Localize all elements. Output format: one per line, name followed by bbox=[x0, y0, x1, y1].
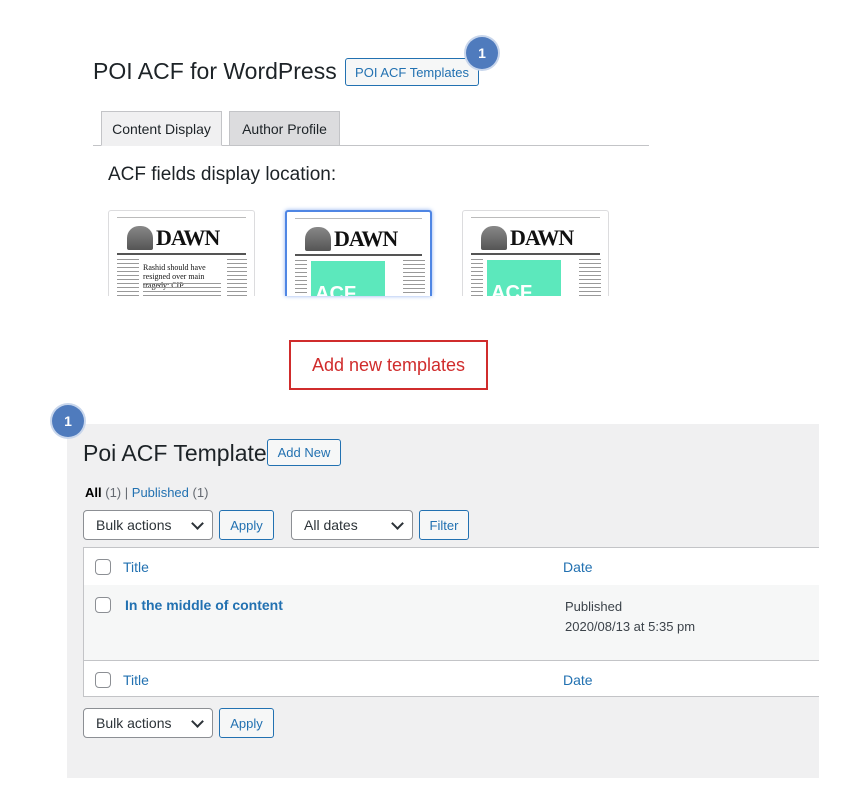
portrait-image bbox=[127, 226, 153, 250]
newspaper-rule bbox=[117, 217, 246, 218]
text-column bbox=[227, 259, 247, 296]
chevron-down-icon bbox=[191, 714, 204, 728]
apply-button-bottom[interactable]: Apply bbox=[219, 708, 274, 738]
portrait-image bbox=[305, 227, 331, 251]
text-column bbox=[117, 259, 139, 296]
list-page-title: Poi ACF Template bbox=[83, 440, 267, 466]
portrait-image bbox=[481, 226, 507, 250]
acf-block: ACF bbox=[487, 260, 561, 296]
step-badge: 1 bbox=[52, 405, 84, 437]
dates-value: All dates bbox=[304, 517, 358, 533]
filter-published-count: (1) bbox=[192, 485, 209, 500]
filter-button[interactable]: Filter bbox=[419, 510, 469, 540]
newspaper-rule bbox=[295, 254, 422, 256]
status-filters: All (1) | Published (1) bbox=[85, 485, 208, 500]
tab-content-display[interactable]: Content Display bbox=[101, 111, 222, 146]
newspaper-masthead: DAWN bbox=[127, 225, 237, 251]
chevron-down-icon bbox=[391, 516, 404, 530]
bulk-actions-select-bottom[interactable]: Bulk actions bbox=[83, 708, 213, 738]
select-all-checkbox[interactable] bbox=[95, 672, 111, 688]
layout-option-middle[interactable]: DAWN ACF bbox=[285, 210, 432, 296]
filter-all[interactable]: All bbox=[85, 485, 102, 500]
acf-block: ACF bbox=[311, 261, 385, 296]
post-date: 2020/08/13 at 5:35 pm bbox=[565, 618, 696, 634]
page-title: POI ACF for WordPress bbox=[93, 58, 337, 84]
add-new-templates-callout: Add new templates bbox=[289, 340, 488, 390]
column-date[interactable]: Date bbox=[563, 559, 593, 575]
filter-separator: | bbox=[124, 485, 129, 500]
newspaper-masthead: DAWN bbox=[305, 226, 415, 252]
newspaper-rule bbox=[117, 253, 246, 255]
filter-all-count: (1) bbox=[105, 485, 122, 500]
newspaper-name: DAWN bbox=[156, 225, 220, 250]
text-column bbox=[471, 259, 483, 296]
column-title[interactable]: Title bbox=[123, 559, 149, 575]
templates-table: Title Date In the middle of content Publ… bbox=[83, 547, 819, 697]
newspaper-rule bbox=[471, 217, 600, 218]
row-checkbox[interactable] bbox=[95, 597, 111, 613]
post-date-cell: Published 2020/08/13 at 5:35 pm bbox=[565, 597, 705, 636]
text-column bbox=[295, 260, 307, 296]
layout-option-top[interactable]: DAWN Rashid should have resigned over ma… bbox=[108, 210, 255, 296]
text-column bbox=[143, 283, 221, 296]
display-location-label: ACF fields display location: bbox=[108, 164, 337, 185]
table-footer-row: Title Date bbox=[84, 660, 819, 698]
post-title-link[interactable]: In the middle of content bbox=[125, 597, 283, 613]
newspaper-name: DAWN bbox=[510, 225, 574, 250]
post-status: Published bbox=[565, 599, 623, 614]
text-column bbox=[579, 259, 601, 296]
acf-block-label: ACF bbox=[315, 283, 357, 296]
column-title[interactable]: Title bbox=[123, 672, 149, 688]
chevron-down-icon bbox=[191, 516, 204, 530]
apply-button[interactable]: Apply bbox=[219, 510, 274, 540]
acf-block-label: ACF bbox=[491, 282, 533, 296]
layout-option-bottom[interactable]: DAWN ACF bbox=[462, 210, 609, 296]
dates-select[interactable]: All dates bbox=[291, 510, 413, 540]
select-all-checkbox[interactable] bbox=[95, 559, 111, 575]
add-new-button[interactable]: Add New bbox=[267, 439, 341, 466]
bulk-actions-value: Bulk actions bbox=[96, 517, 172, 533]
newspaper-masthead: DAWN bbox=[481, 225, 591, 251]
poi-acf-templates-button[interactable]: POI ACF Templates bbox=[345, 58, 479, 86]
newspaper-name: DAWN bbox=[334, 226, 398, 251]
tab-author-profile[interactable]: Author Profile bbox=[229, 111, 340, 146]
bulk-actions-value: Bulk actions bbox=[96, 715, 172, 731]
text-column bbox=[403, 260, 425, 296]
newspaper-rule bbox=[471, 253, 600, 255]
newspaper-rule bbox=[295, 218, 422, 219]
step-badge: 1 bbox=[466, 37, 498, 69]
bulk-actions-select[interactable]: Bulk actions bbox=[83, 510, 213, 540]
table-row: In the middle of content Published 2020/… bbox=[84, 585, 819, 660]
column-date[interactable]: Date bbox=[563, 672, 593, 688]
table-header-row: Title Date bbox=[84, 548, 819, 586]
filter-published[interactable]: Published bbox=[132, 485, 189, 500]
